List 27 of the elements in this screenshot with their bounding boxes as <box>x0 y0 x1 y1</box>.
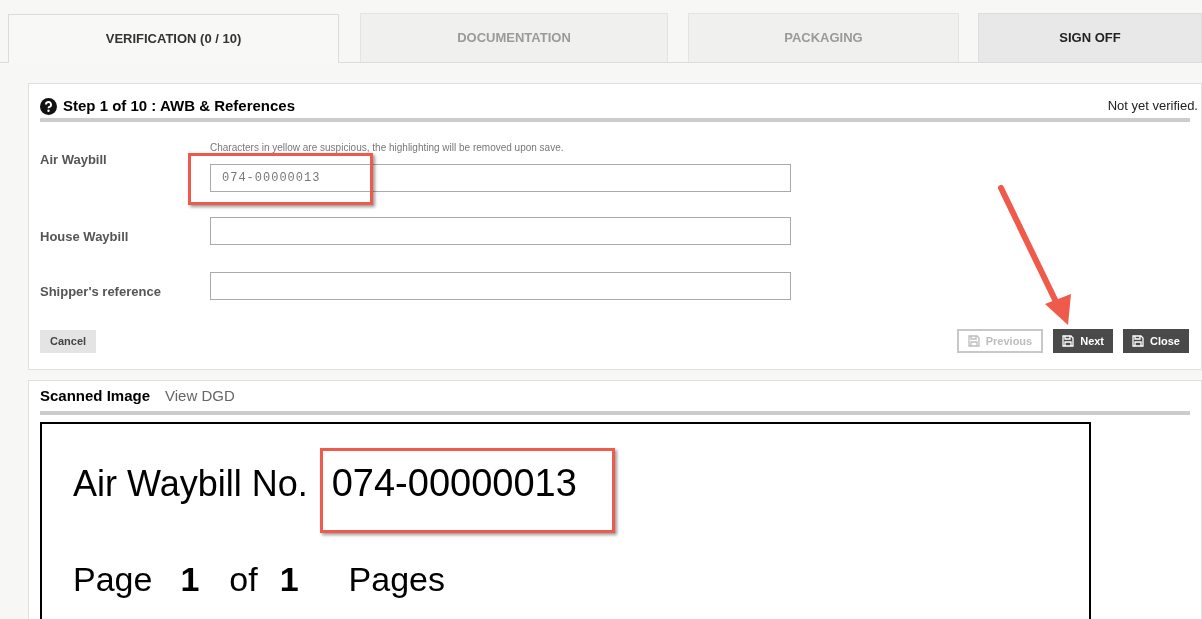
verification-status: Not yet verified. <box>1107 97 1198 116</box>
tab[interactable]: VERIFICATION (0 / 10) <box>8 14 339 63</box>
viewer-tab[interactable]: Scanned Image <box>40 384 151 411</box>
input-field[interactable]: 074-00000013 <box>210 164 791 192</box>
document-text: Pages <box>348 562 445 596</box>
tab[interactable]: SIGN OFF <box>978 13 1202 62</box>
save-icon <box>1062 335 1075 347</box>
document-text: of <box>229 562 258 596</box>
input-field[interactable] <box>210 217 791 245</box>
document-text: 074-00000013 <box>331 464 577 502</box>
field-label: House Waybill <box>40 228 130 246</box>
cancel-button[interactable]: Cancel <box>40 329 97 353</box>
viewer-tab[interactable]: View DGD <box>165 384 235 411</box>
nav-button[interactable]: Close <box>1123 329 1189 353</box>
save-icon <box>1132 335 1145 347</box>
hint-text: Characters in yellow are suspicious, the highlighting will be removed upon save. <box>210 141 565 154</box>
input-field[interactable] <box>210 271 791 300</box>
document-text: 1 <box>279 562 299 596</box>
nav-button[interactable]: Next <box>1053 329 1114 353</box>
save-icon <box>967 335 980 347</box>
help-icon <box>40 97 57 115</box>
field-label: Air Waybill <box>40 151 108 169</box>
step-title: Step 1 of 10 : AWB & References <box>63 95 295 116</box>
document-text: Page <box>73 562 153 596</box>
document-text: 1 <box>180 562 200 596</box>
field-label: Shipper's reference <box>40 282 162 301</box>
document-text: Air Waybill No. <box>73 466 308 502</box>
